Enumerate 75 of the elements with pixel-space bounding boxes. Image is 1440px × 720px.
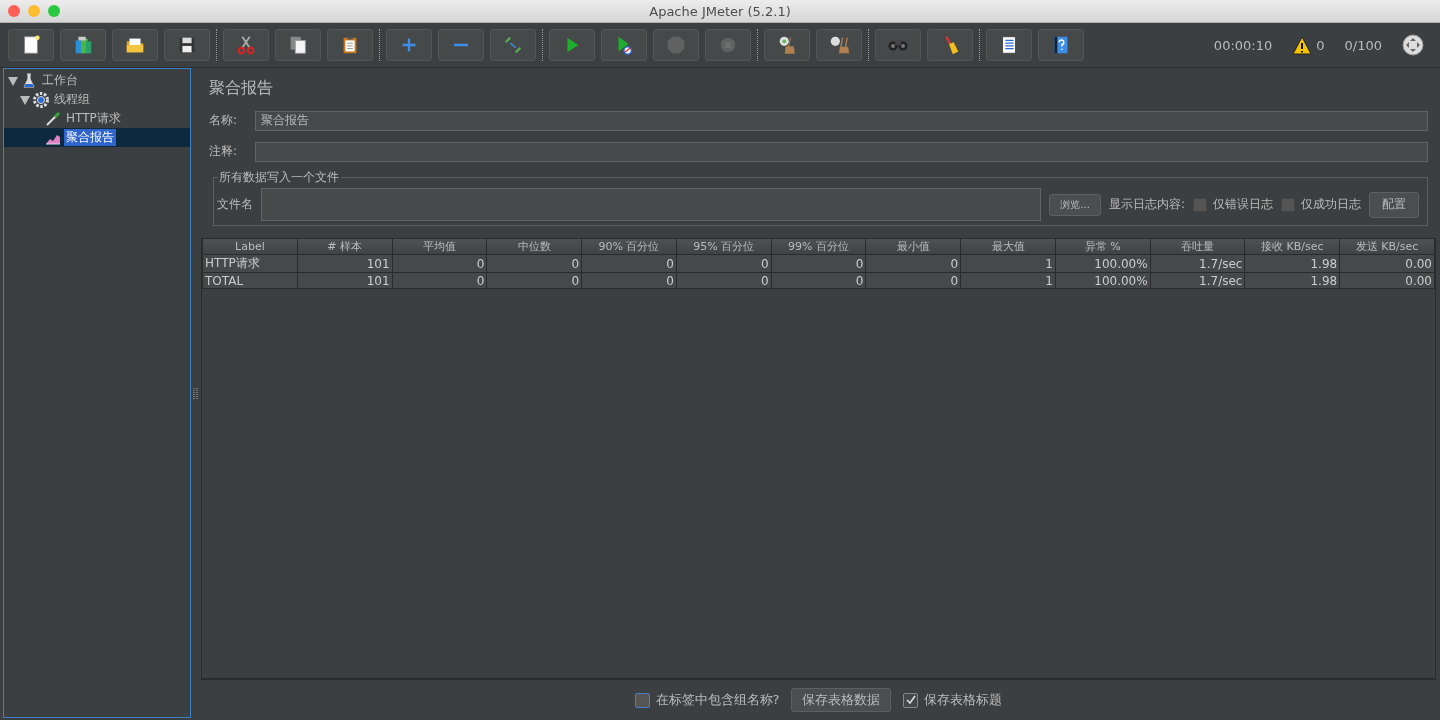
gear-icon — [33, 91, 49, 108]
start-button[interactable] — [549, 29, 595, 61]
warning-count: 0 — [1316, 37, 1325, 53]
scissors-icon — [235, 34, 257, 56]
save-table-button[interactable]: 保存表格数据 — [791, 688, 892, 712]
checkbox[interactable] — [634, 692, 650, 708]
save-button[interactable] — [164, 29, 210, 61]
expand-triangle-icon[interactable] — [8, 75, 18, 86]
stop-icon — [665, 34, 687, 56]
brooms-gear-button[interactable] — [816, 29, 862, 61]
column-header[interactable]: 平均值 — [392, 239, 487, 255]
tree-item[interactable]: 线程组 — [52, 91, 92, 108]
tree-item[interactable]: 工作台 — [40, 72, 80, 89]
tree-item[interactable]: HTTP请求 — [64, 110, 123, 127]
minus-icon — [453, 43, 469, 47]
expand-triangle-icon[interactable] — [20, 94, 30, 105]
column-header[interactable]: 中位数 — [486, 239, 582, 255]
scissors-button[interactable] — [223, 29, 269, 61]
checkbox[interactable] — [903, 692, 919, 708]
checkbox-label: 仅成功日志 — [1301, 196, 1361, 213]
input-field[interactable] — [255, 141, 1428, 162]
field-label: 注释: — [209, 143, 239, 160]
binoculars-icon — [888, 39, 908, 51]
column-header[interactable]: 90% 百分位 — [581, 239, 677, 255]
toggle-button[interactable] — [490, 29, 536, 61]
checkbox[interactable] — [1193, 197, 1207, 212]
splitter-handle-icon — [192, 388, 198, 400]
column-header[interactable]: 95% 百分位 — [676, 239, 772, 255]
pipette-icon — [45, 110, 61, 127]
new-document-button[interactable] — [8, 29, 54, 61]
column-header[interactable]: 最大值 — [960, 239, 1056, 255]
checkbox-label: 仅错误日志 — [1213, 196, 1273, 213]
input-field[interactable]: 聚合报告 — [255, 110, 1428, 131]
group-title: 所有数据写入一个文件 — [218, 169, 340, 186]
tree-item[interactable]: 聚合报告 — [64, 129, 116, 146]
column-header[interactable]: 异常 % — [1055, 239, 1151, 255]
close-button[interactable] — [8, 5, 20, 17]
config-button[interactable]: 配置 — [1369, 191, 1419, 218]
elapsed-time: 00:00:10 — [1213, 37, 1273, 53]
column-header[interactable]: 吞吐量 — [1150, 239, 1245, 255]
template-button[interactable] — [60, 29, 106, 61]
browse-button[interactable]: 浏览... — [1049, 193, 1101, 216]
column-header[interactable]: Label — [202, 239, 298, 255]
filename-field[interactable] — [261, 188, 1042, 221]
column-header[interactable]: # 样本 — [297, 239, 393, 255]
field-label: 显示日志内容: — [1108, 196, 1185, 213]
folder-button[interactable] — [112, 29, 158, 61]
column-header[interactable]: 发送 KB/sec — [1339, 239, 1435, 255]
warning-icon — [1292, 35, 1313, 55]
help-book-button[interactable] — [1038, 29, 1084, 61]
panel-title: 聚合报告 — [209, 78, 274, 99]
list-button[interactable] — [986, 29, 1032, 61]
copy-button[interactable] — [275, 29, 321, 61]
clipboard-button[interactable] — [327, 29, 373, 61]
checkbox-label: 在标签中包含组名称? — [655, 691, 780, 709]
column-header[interactable]: 接收 KB/sec — [1244, 239, 1340, 255]
flask-icon — [21, 72, 37, 89]
column-header[interactable]: 最小值 — [865, 239, 961, 255]
checkbox-label: 保存表格标题 — [924, 691, 1003, 709]
broom-gear-button[interactable] — [764, 29, 810, 61]
maximize-button[interactable] — [48, 5, 60, 17]
broom-button[interactable] — [927, 29, 973, 61]
thread-count: 0/100 — [1344, 37, 1382, 53]
field-label: 文件名 — [217, 196, 253, 213]
window-title: Apache JMeter (5.2.1) — [649, 3, 791, 19]
check-icon — [905, 695, 916, 705]
field-label: 名称: — [209, 112, 239, 129]
remote-hosts-icon — [1402, 34, 1424, 56]
column-header[interactable]: 99% 百分位 — [771, 239, 866, 255]
checkbox[interactable] — [1281, 197, 1295, 212]
toggle-icon — [502, 34, 524, 56]
start-no-pause-button[interactable] — [601, 29, 647, 61]
brooms-gear-icon — [828, 34, 850, 56]
binoculars-button[interactable] — [875, 29, 921, 61]
plus-button[interactable] — [386, 29, 432, 61]
